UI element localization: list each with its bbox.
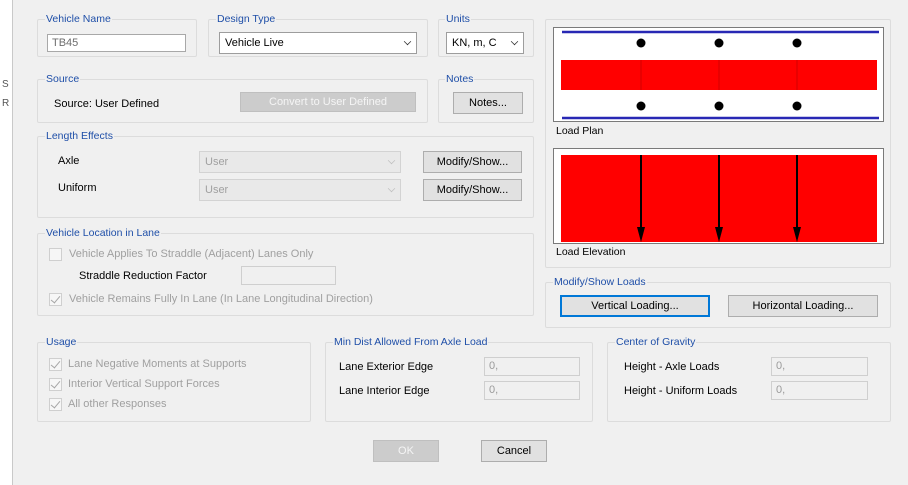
usage-item-label: Interior Vertical Support Forces <box>68 378 220 390</box>
notes-title: Notes <box>445 73 475 85</box>
units-dropdown[interactable]: KN, m, C <box>446 32 524 54</box>
straddle-reduction-input[interactable] <box>241 266 336 285</box>
convert-to-user-defined-button[interactable]: Convert to User Defined <box>240 92 416 112</box>
units-value: KN, m, C <box>452 37 497 49</box>
lane-exterior-edge-input[interactable]: 0, <box>484 357 580 376</box>
load-elevation-caption: Load Elevation <box>556 246 626 258</box>
fully-in-lane-checkbox[interactable] <box>49 293 62 306</box>
load-plan-canvas <box>553 27 884 122</box>
chevron-down-icon <box>510 37 519 46</box>
wheel-dot <box>714 38 724 48</box>
background-text-s: S <box>2 79 9 90</box>
length-effects-group <box>37 136 534 218</box>
usage-item-label: Lane Negative Moments at Supports <box>68 358 247 370</box>
height-uniform-loads-input[interactable]: 0, <box>771 381 868 400</box>
axle-length-effect-dropdown[interactable]: User <box>199 151 401 173</box>
load-plan-drawing <box>561 30 879 120</box>
chevron-down-icon <box>387 156 396 165</box>
chevron-down-icon <box>403 37 412 46</box>
uniform-label: Uniform <box>58 182 97 194</box>
axle-modify-show-button[interactable]: Modify/Show... <box>423 151 522 173</box>
min-dist-title: Min Dist Allowed From Axle Load <box>333 336 489 348</box>
straddle-label: Vehicle Applies To Straddle (Adjacent) L… <box>69 248 314 260</box>
vertical-loading-button[interactable]: Vertical Loading... <box>560 295 710 317</box>
wheel-dot <box>792 38 802 48</box>
straddle-reduction-label: Straddle Reduction Factor <box>79 270 207 282</box>
ok-button[interactable]: OK <box>373 440 439 462</box>
cancel-button[interactable]: Cancel <box>481 440 547 462</box>
height-axle-loads-input[interactable]: 0, <box>771 357 868 376</box>
length-effects-title: Length Effects <box>45 130 114 142</box>
horizontal-loading-button[interactable]: Horizontal Loading... <box>728 295 878 317</box>
lane-interior-edge-input[interactable]: 0, <box>484 381 580 400</box>
lane-interior-edge-label: Lane Interior Edge <box>339 385 430 397</box>
load-elevation-drawing <box>561 155 877 242</box>
design-type-title: Design Type <box>216 13 277 25</box>
axle-label: Axle <box>58 155 80 167</box>
vehicle-location-title: Vehicle Location in Lane <box>45 227 161 239</box>
design-type-dropdown[interactable]: Vehicle Live <box>219 32 417 54</box>
wheel-dot <box>636 101 646 111</box>
usage-checkbox[interactable] <box>49 378 62 391</box>
vehicle-name-title: Vehicle Name <box>45 13 112 25</box>
straddle-checkbox[interactable] <box>49 248 62 261</box>
uniform-modify-show-button[interactable]: Modify/Show... <box>423 179 522 201</box>
usage-checkbox[interactable] <box>49 398 62 411</box>
modify-show-loads-title: Modify/Show Loads <box>553 276 647 288</box>
wheel-dot <box>714 101 724 111</box>
source-text: Source: User Defined <box>54 98 160 110</box>
height-axle-loads-label: Height - Axle Loads <box>624 361 720 373</box>
load-elevation-canvas <box>553 148 884 244</box>
design-type-value: Vehicle Live <box>225 37 284 49</box>
uniform-length-effect-dropdown[interactable]: User <box>199 179 401 201</box>
usage-item-label: All other Responses <box>68 398 167 410</box>
background-text-r: R <box>2 98 10 109</box>
wheel-dot <box>792 101 802 111</box>
load-plan-caption: Load Plan <box>556 125 604 137</box>
fully-in-lane-label: Vehicle Remains Fully In Lane (In Lane L… <box>69 293 373 305</box>
usage-checkbox[interactable] <box>49 358 62 371</box>
uniform-length-effect-value: User <box>205 184 229 196</box>
usage-title: Usage <box>45 336 78 348</box>
vehicle-name-input[interactable]: TB45 <box>47 34 186 52</box>
units-title: Units <box>445 13 471 25</box>
axle-length-effect-value: User <box>205 156 229 168</box>
notes-button[interactable]: Notes... <box>453 92 523 114</box>
wheel-dot <box>636 38 646 48</box>
chevron-down-icon <box>387 184 396 193</box>
source-title: Source <box>45 73 81 85</box>
height-uniform-loads-label: Height - Uniform Loads <box>624 385 738 397</box>
center-of-gravity-title: Center of Gravity <box>615 336 697 348</box>
lane-exterior-edge-label: Lane Exterior Edge <box>339 361 434 373</box>
